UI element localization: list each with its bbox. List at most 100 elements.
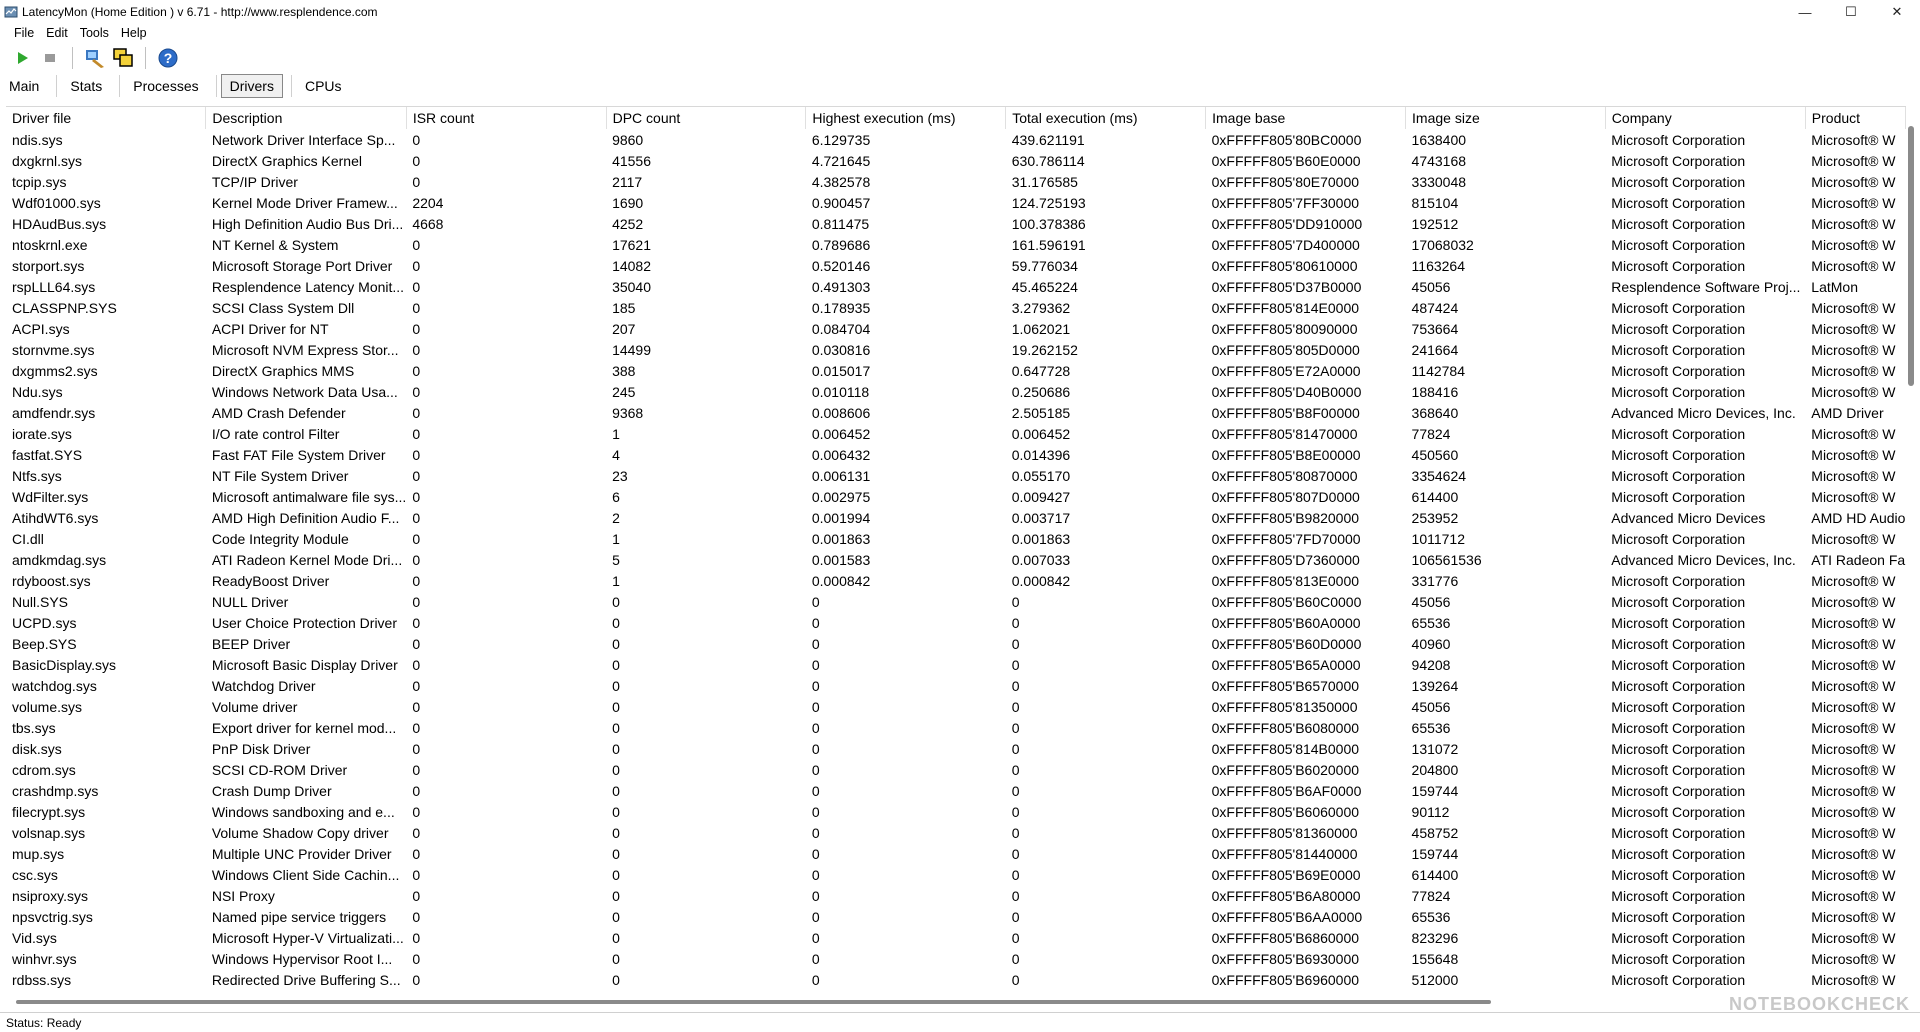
menu-tools[interactable]: Tools — [74, 26, 115, 40]
table-row[interactable]: HDAudBus.sys High Definition Audio Bus Dr… — [6, 213, 1906, 234]
table-row[interactable]: fastfat.SYS Fast FAT File System Driver 0 4… — [6, 444, 1906, 465]
column-header-description[interactable]: Description — [205, 107, 407, 129]
maximize-button[interactable]: ☐ — [1828, 0, 1874, 24]
tab-main[interactable]: Main — [0, 74, 48, 98]
table-row[interactable]: npsvctrig.sys Named pipe service triggers… — [6, 906, 1906, 927]
drivers-table-container: Driver file Description ISR count DPC co… — [6, 106, 1906, 995]
total-execution-cell: 0.003717 — [1011, 509, 1071, 526]
company-cell: Microsoft Corporation — [1611, 950, 1746, 967]
table-row[interactable]: storport.sys Microsoft Storage Port Drive… — [6, 255, 1906, 276]
total-execution-cell: 0 — [1011, 593, 1020, 610]
menu-edit[interactable]: Edit — [40, 26, 74, 40]
table-row[interactable]: WdFilter.sys Microsoft antimalware file s… — [6, 486, 1906, 507]
table-row[interactable]: UCPD.sys User Choice Protection Driver 0 0 0… — [6, 612, 1906, 633]
image-size-cell: 1638400 — [1411, 131, 1467, 148]
menu-help[interactable]: Help — [115, 26, 153, 40]
table-row[interactable]: nsiproxy.sys NSI Proxy 0 0 0 0 0xFFFFF805'B6A8… — [6, 885, 1906, 906]
vertical-scroll-thumb[interactable] — [1908, 126, 1914, 386]
table-row[interactable]: mup.sys Multiple UNC Provider Driver 0 0 0 0 0… — [6, 843, 1906, 864]
column-header-highest-execution[interactable]: Highest execution (ms) — [805, 107, 1007, 129]
description-cell: PnP Disk Driver — [211, 740, 311, 757]
horizontal-scroll-thumb[interactable] — [16, 1000, 1491, 1004]
table-row[interactable]: tbs.sys Export driver for kernel mod... 0 0… — [6, 717, 1906, 738]
tab-processes[interactable]: Processes — [124, 74, 207, 98]
table-row[interactable]: rdbss.sys Redirected Drive Buffering S...… — [6, 969, 1906, 990]
highest-execution-cell: 0.002975 — [811, 488, 871, 505]
company-cell: Microsoft Corporation — [1611, 908, 1746, 925]
isr-count-cell: 0 — [412, 425, 421, 442]
image-base-cell: 0xFFFFF805'B6570000 — [1211, 677, 1360, 694]
product-cell: Microsoft® W — [1811, 761, 1896, 778]
tab-drivers[interactable]: Drivers — [220, 74, 283, 98]
table-row[interactable]: dxgkrnl.sys DirectX Graphics Kernel 0 41556… — [6, 150, 1906, 171]
table-row[interactable]: BasicDisplay.sys Microsoft Basic Display … — [6, 654, 1906, 675]
product-cell: Microsoft® W — [1811, 887, 1896, 904]
table-row[interactable]: stornvme.sys Microsoft NVM Express Stor..… — [6, 339, 1906, 360]
column-header-total-execution[interactable]: Total execution (ms) — [1005, 107, 1207, 129]
table-row[interactable]: Wdf01000.sys Kernel Mode Driver Framew...… — [6, 192, 1906, 213]
table-row[interactable]: ndis.sys Network Driver Interface Sp... 0 9… — [6, 129, 1906, 150]
table-row[interactable]: rdyboost.sys ReadyBoost Driver 0 1 0.000842 0… — [6, 570, 1906, 591]
column-header-company[interactable]: Company — [1605, 107, 1806, 129]
windows-icon[interactable] — [111, 46, 135, 70]
help-icon[interactable]: ? — [156, 46, 180, 70]
table-row[interactable]: crashdmp.sys Crash Dump Driver 0 0 0 0 0xFFFFF… — [6, 780, 1906, 801]
driver-tool-icon[interactable] — [83, 46, 107, 70]
table-row[interactable]: watchdog.sys Watchdog Driver 0 0 0 0 0xFFFFF80… — [6, 675, 1906, 696]
tab-cpus[interactable]: CPUs — [296, 74, 351, 98]
table-row[interactable]: amdkmdag.sys ATI Radeon Kernel Mode Dri..… — [6, 549, 1906, 570]
close-button[interactable]: ✕ — [1874, 0, 1920, 24]
minimize-button[interactable]: — — [1782, 0, 1828, 24]
image-base-cell: 0xFFFFF805'B65A0000 — [1211, 656, 1361, 673]
column-header-driver-file[interactable]: Driver file — [6, 107, 207, 129]
column-header-image-base[interactable]: Image base — [1205, 107, 1407, 129]
dpc-count-cell: 207 — [612, 320, 636, 337]
tab-stats[interactable]: Stats — [61, 74, 111, 98]
stop-icon[interactable] — [38, 46, 62, 70]
table-row[interactable]: rspLLL64.sys Resplendence Latency Monit..… — [6, 276, 1906, 297]
table-row[interactable]: ntoskrnl.exe NT Kernel & System 0 17621 0.78… — [6, 234, 1906, 255]
column-header-isr-count[interactable]: ISR count — [406, 107, 607, 129]
description-cell: Multiple UNC Provider Driver — [211, 845, 392, 862]
table-row[interactable]: cdrom.sys SCSI CD-ROM Driver 0 0 0 0 0xFFFFF80… — [6, 759, 1906, 780]
table-row[interactable]: Beep.SYS BEEP Driver 0 0 0 0 0xFFFFF805'B60D00… — [6, 633, 1906, 654]
table-row[interactable]: Null.SYS NULL Driver 0 0 0 0 0xFFFFF805'B60C00… — [6, 591, 1906, 612]
table-row[interactable]: volume.sys Volume driver 0 0 0 0 0xFFFFF805'81… — [6, 696, 1906, 717]
vertical-scrollbar[interactable] — [1906, 106, 1916, 994]
highest-execution-cell: 0.520146 — [811, 257, 871, 274]
table-row[interactable]: iorate.sys I/O rate control Filter 0 1 0.006… — [6, 423, 1906, 444]
image-base-cell: 0xFFFFF805'81440000 — [1211, 845, 1358, 862]
column-header-image-size[interactable]: Image size — [1405, 107, 1606, 129]
table-row[interactable]: amdfendr.sys AMD Crash Defender 0 9368 0.008… — [6, 402, 1906, 423]
horizontal-scrollbar[interactable] — [6, 998, 1906, 1006]
table-row[interactable]: Ndu.sys Windows Network Data Usa... 0 245 0.… — [6, 381, 1906, 402]
dpc-count-cell: 185 — [612, 299, 636, 316]
table-row[interactable]: AtihdWT6.sys AMD High Definition Audio F.… — [6, 507, 1906, 528]
image-size-cell: 17068032 — [1411, 236, 1474, 253]
table-row[interactable]: csc.sys Windows Client Side Cachin... 0 0 0 0… — [6, 864, 1906, 885]
menu-bar: File Edit Tools Help — [0, 24, 1920, 42]
table-row[interactable]: Ntfs.sys NT File System Driver 0 23 0.006131… — [6, 465, 1906, 486]
menu-file[interactable]: File — [0, 26, 40, 40]
table-row[interactable]: dxgmms2.sys DirectX Graphics MMS 0 388 0.015… — [6, 360, 1906, 381]
table-row[interactable]: ACPI.sys ACPI Driver for NT 0 207 0.084704 1.… — [6, 318, 1906, 339]
table-row[interactable]: Vid.sys Microsoft Hyper-V Virtualizati...… — [6, 927, 1906, 948]
table-row[interactable]: winhvr.sys Windows Hypervisor Root I... 0 0… — [6, 948, 1906, 969]
description-cell: DirectX Graphics MMS — [211, 362, 355, 379]
description-cell: User Choice Protection Driver — [211, 614, 397, 631]
table-row[interactable]: filecrypt.sys Windows sandboxing and e...… — [6, 801, 1906, 822]
table-row[interactable]: CLASSPNP.SYS SCSI Class System Dll 0 185 0.1… — [6, 297, 1906, 318]
dpc-count-cell: 23 — [612, 467, 628, 484]
start-icon[interactable] — [10, 46, 34, 70]
table-row[interactable]: volsnap.sys Volume Shadow Copy driver 0 0 0 0… — [6, 822, 1906, 843]
image-size-cell: 65536 — [1411, 908, 1451, 925]
table-row[interactable]: CI.dll Code Integrity Module 0 1 0.001863 0.0… — [6, 528, 1906, 549]
description-cell: Kernel Mode Driver Framew... — [211, 194, 398, 211]
table-row[interactable]: tcpip.sys TCP/IP Driver 0 2117 4.382578 31.17… — [6, 171, 1906, 192]
column-header-product[interactable]: Product — [1805, 107, 1906, 129]
product-cell: AMD Driver — [1811, 404, 1884, 421]
isr-count-cell: 0 — [412, 173, 421, 190]
table-row[interactable]: disk.sys PnP Disk Driver 0 0 0 0 0xFFFFF805'81… — [6, 738, 1906, 759]
image-base-cell: 0xFFFFF805'B8E00000 — [1211, 446, 1361, 463]
column-header-dpc-count[interactable]: DPC count — [606, 107, 807, 129]
